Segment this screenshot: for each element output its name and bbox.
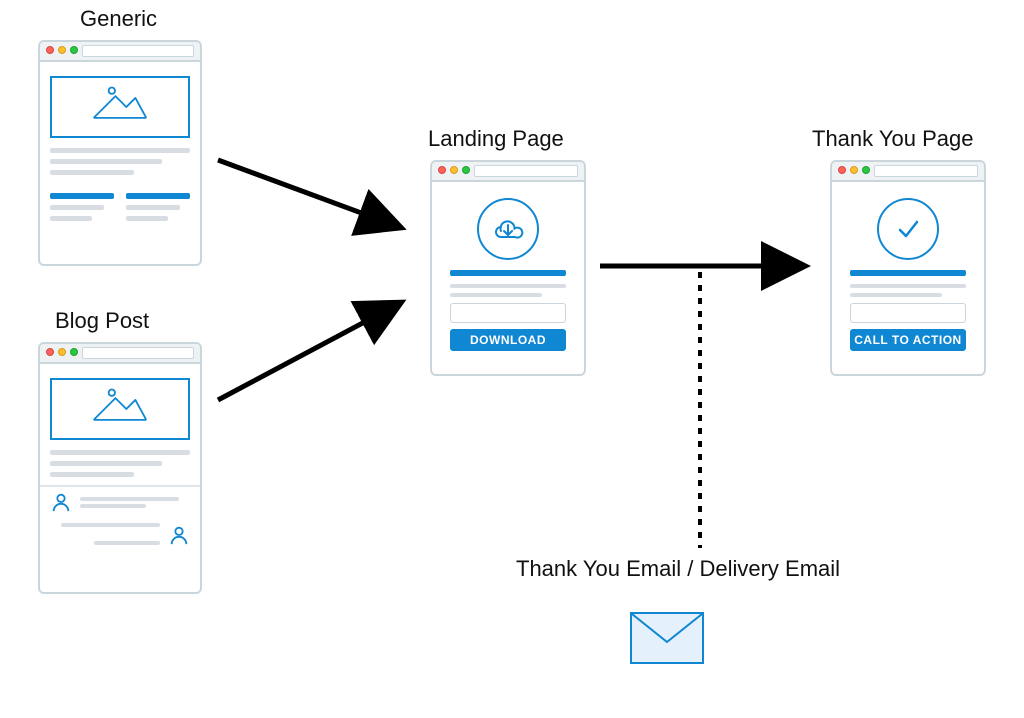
text-line: [850, 293, 942, 297]
arrow-generic-to-landing: [218, 160, 402, 228]
text-line: [80, 504, 146, 508]
input-field: [850, 303, 966, 323]
arrow-blog-to-landing: [218, 302, 402, 400]
page-body: [40, 364, 200, 563]
address-bar: [82, 347, 194, 359]
author-row: [50, 517, 190, 553]
page-body: CALL TO ACTION: [832, 182, 984, 365]
author-row: [50, 491, 190, 513]
hero-image-placeholder: [50, 378, 190, 440]
link-line: [126, 193, 190, 199]
wireframe-thank-you-page: CALL TO ACTION: [830, 160, 986, 376]
hero-image-placeholder: [50, 76, 190, 138]
text-line: [50, 216, 92, 221]
address-bar: [82, 45, 194, 57]
divider: [40, 485, 200, 487]
text-line: [50, 461, 162, 466]
cta-button: CALL TO ACTION: [850, 329, 966, 351]
wireframe-blog-post: [38, 342, 202, 594]
user-icon: [168, 524, 190, 546]
text-line: [850, 284, 966, 288]
close-dot: [838, 166, 846, 174]
text-line: [126, 205, 180, 210]
address-bar: [474, 165, 578, 177]
heading-line: [850, 270, 966, 276]
download-cloud-icon: [477, 198, 539, 260]
label-landing-page: Landing Page: [428, 126, 564, 152]
window-chrome: [832, 162, 984, 182]
text-line: [50, 159, 162, 164]
minimize-dot: [450, 166, 458, 174]
text-line: [50, 148, 190, 153]
minimize-dot: [58, 348, 66, 356]
text-line: [80, 497, 179, 501]
text-line: [50, 205, 104, 210]
column-left: [50, 187, 114, 227]
minimize-dot: [850, 166, 858, 174]
label-generic: Generic: [80, 6, 157, 32]
heading-line: [450, 270, 566, 276]
label-blog-post: Blog Post: [55, 308, 149, 334]
page-body: DOWNLOAD: [432, 182, 584, 365]
window-chrome: [40, 42, 200, 62]
link-line: [50, 193, 114, 199]
close-dot: [46, 348, 54, 356]
wireframe-generic-page: [38, 40, 202, 266]
checkmark-icon: [877, 198, 939, 260]
window-chrome: [432, 162, 584, 182]
traffic-lights: [838, 166, 870, 174]
user-icon: [50, 491, 72, 513]
close-dot: [46, 46, 54, 54]
page-body: [40, 62, 200, 237]
email-envelope-icon: [630, 612, 704, 664]
traffic-lights: [46, 46, 78, 54]
maximize-dot: [70, 348, 78, 356]
minimize-dot: [58, 46, 66, 54]
text-line: [50, 170, 134, 175]
column-right: [126, 187, 190, 227]
traffic-lights: [46, 348, 78, 356]
maximize-dot: [70, 46, 78, 54]
text-line: [94, 541, 160, 545]
window-chrome: [40, 344, 200, 364]
address-bar: [874, 165, 978, 177]
input-field: [450, 303, 566, 323]
text-line: [50, 450, 190, 455]
close-dot: [438, 166, 446, 174]
maximize-dot: [862, 166, 870, 174]
maximize-dot: [462, 166, 470, 174]
text-line: [450, 293, 542, 297]
text-line: [50, 472, 134, 477]
text-line: [450, 284, 566, 288]
text-line: [61, 523, 160, 527]
text-line: [126, 216, 168, 221]
traffic-lights: [438, 166, 470, 174]
label-email: Thank You Email / Delivery Email: [516, 556, 840, 582]
download-button: DOWNLOAD: [450, 329, 566, 351]
wireframe-landing-page: DOWNLOAD: [430, 160, 586, 376]
label-thank-you-page: Thank You Page: [812, 126, 973, 152]
